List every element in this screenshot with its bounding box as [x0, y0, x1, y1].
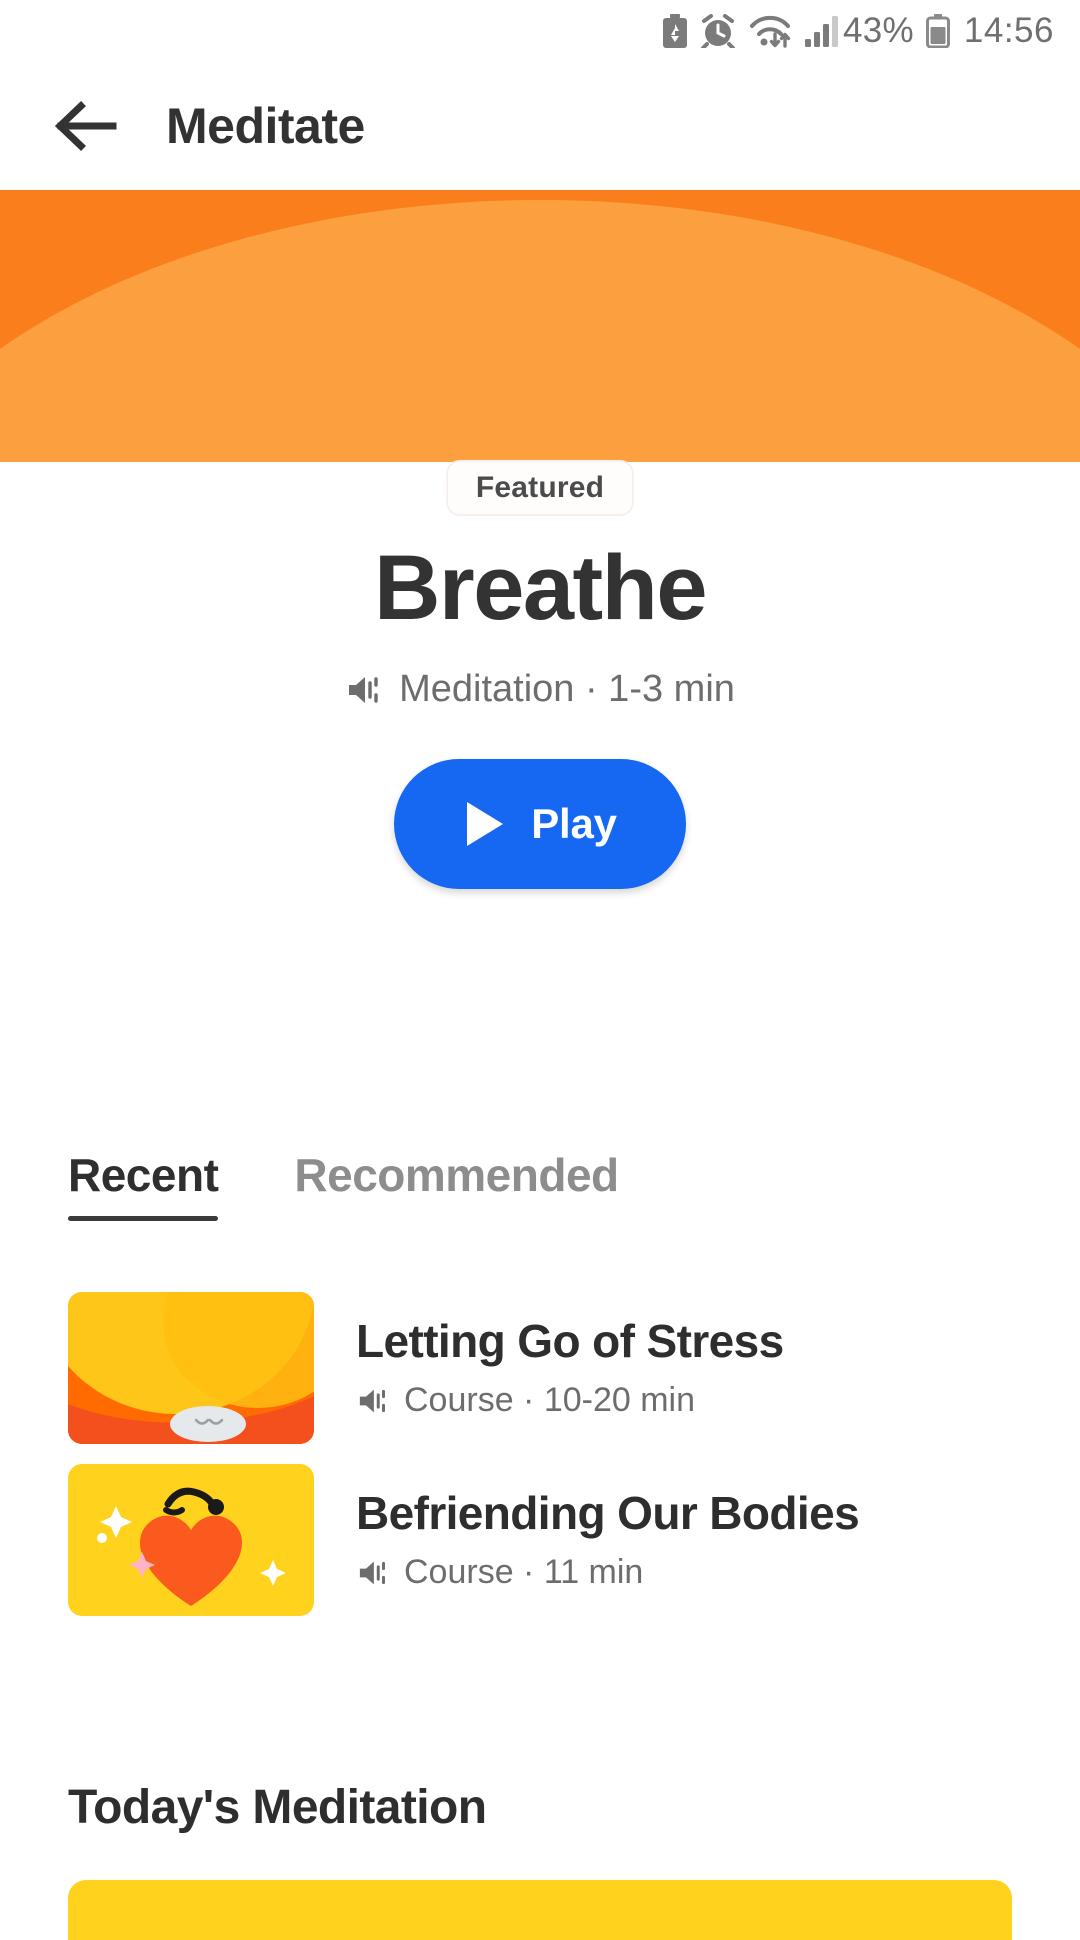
list-item-texts: Befriending Our Bodies Course · 11 min: [356, 1486, 860, 1593]
list-item-thumbnail: [68, 1464, 314, 1616]
list-item-title: Letting Go of Stress: [356, 1314, 784, 1367]
status-bar: 43% 14:56: [0, 0, 1080, 62]
play-icon: [467, 802, 504, 846]
list-item[interactable]: Letting Go of Stress Course · 10-20 min: [0, 1282, 1080, 1454]
list-item-meta: Course · 11 min: [356, 1553, 859, 1592]
wifi-icon: [749, 15, 791, 48]
play-button[interactable]: Play: [394, 759, 686, 889]
today-meditation-card[interactable]: [68, 1880, 1012, 1940]
page-title: Meditate: [166, 98, 365, 154]
volume-icon: [359, 1389, 385, 1413]
featured-meta-label: Meditation · 1-3 min: [399, 668, 735, 710]
befriending-our-bodies-artwork: [68, 1464, 314, 1616]
list-item-thumbnail: [68, 1292, 314, 1444]
featured-section: Featured Breathe Meditation · 1-3 min Pl…: [0, 458, 1080, 889]
featured-meta: Meditation · 1-3 min: [345, 668, 735, 711]
section-heading: Today's Meditation: [68, 1781, 487, 1834]
play-button-label: Play: [531, 800, 617, 847]
letting-go-of-stress-artwork: [68, 1292, 314, 1444]
list-item-meta: Course · 10-20 min: [356, 1381, 784, 1420]
tab-recent[interactable]: Recent: [68, 1148, 219, 1235]
cellular-signal-icon: [804, 16, 838, 47]
app-bar: Meditate: [0, 62, 1080, 190]
arrow-left-icon: [55, 101, 117, 151]
battery-saver-icon: [662, 14, 687, 48]
list-item-title: Befriending Our Bodies: [356, 1486, 860, 1539]
tab-recommended[interactable]: Recommended: [294, 1148, 619, 1216]
hero-banner: [0, 190, 1080, 462]
list-item-meta-label: Course · 10-20 min: [404, 1381, 696, 1420]
back-button[interactable]: [38, 78, 134, 174]
featured-title: Breathe: [373, 537, 708, 639]
list-item[interactable]: Befriending Our Bodies Course · 11 min: [0, 1454, 1080, 1626]
battery-percent-label: 43%: [842, 11, 914, 50]
tab-recent-label: Recent: [68, 1149, 219, 1201]
list-item-texts: Letting Go of Stress Course · 10-20 min: [356, 1314, 784, 1421]
clock-label: 14:56: [963, 11, 1054, 50]
tab-recommended-label: Recommended: [294, 1149, 619, 1201]
battery-icon: [925, 14, 950, 48]
status-badge: Featured: [445, 460, 635, 516]
hero-banner-art: [0, 190, 1080, 462]
volume-icon: [359, 1561, 385, 1585]
content-list: Letting Go of Stress Course · 10-20 min: [0, 1282, 1080, 1626]
volume-icon: [349, 676, 378, 703]
status-bar-icons: [662, 14, 839, 48]
tab-active-indicator: [68, 1216, 219, 1221]
tab-bar: Recent Recommended: [0, 1148, 1080, 1235]
alarm-icon: [700, 14, 735, 48]
list-item-meta-label: Course · 11 min: [404, 1553, 644, 1592]
